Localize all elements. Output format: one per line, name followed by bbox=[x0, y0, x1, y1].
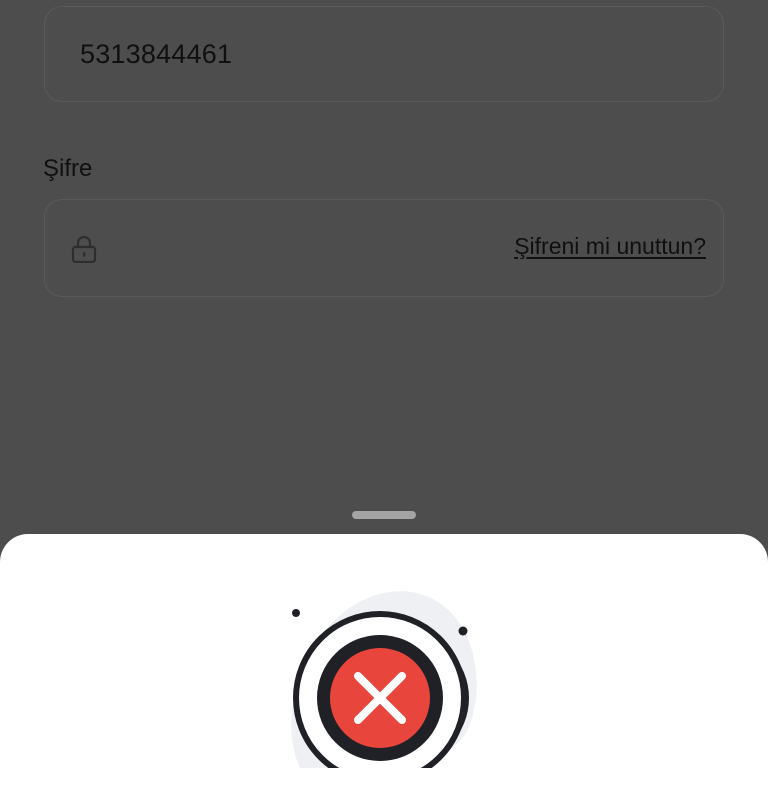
sheet-drag-handle[interactable] bbox=[352, 511, 416, 519]
error-x-icon bbox=[330, 648, 430, 748]
decor-dot-left bbox=[292, 609, 300, 617]
password-field[interactable]: Şifreni mi unuttun? bbox=[44, 199, 724, 297]
password-label: Şifre bbox=[43, 155, 93, 182]
phone-field[interactable]: 5313844461 bbox=[44, 6, 724, 102]
error-illustration bbox=[291, 591, 477, 768]
phone-value: 5313844461 bbox=[80, 39, 233, 69]
decor-dot-right bbox=[458, 626, 468, 636]
lock-icon bbox=[71, 235, 97, 263]
bottom-sheet bbox=[0, 534, 768, 794]
forgot-password-link[interactable]: Şifreni mi unuttun? bbox=[514, 233, 706, 260]
